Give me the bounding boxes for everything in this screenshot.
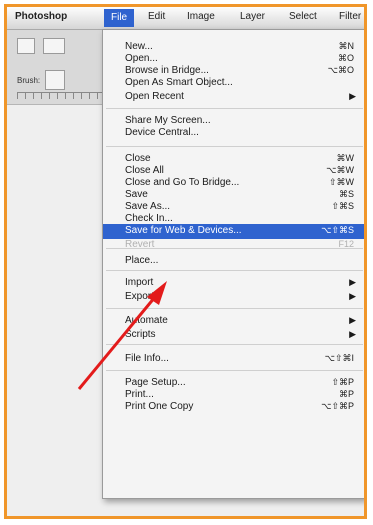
red-pointer-arrow <box>77 281 167 390</box>
screenshot-frame: Photoshop File Edit Image Layer Select F… <box>4 4 367 519</box>
